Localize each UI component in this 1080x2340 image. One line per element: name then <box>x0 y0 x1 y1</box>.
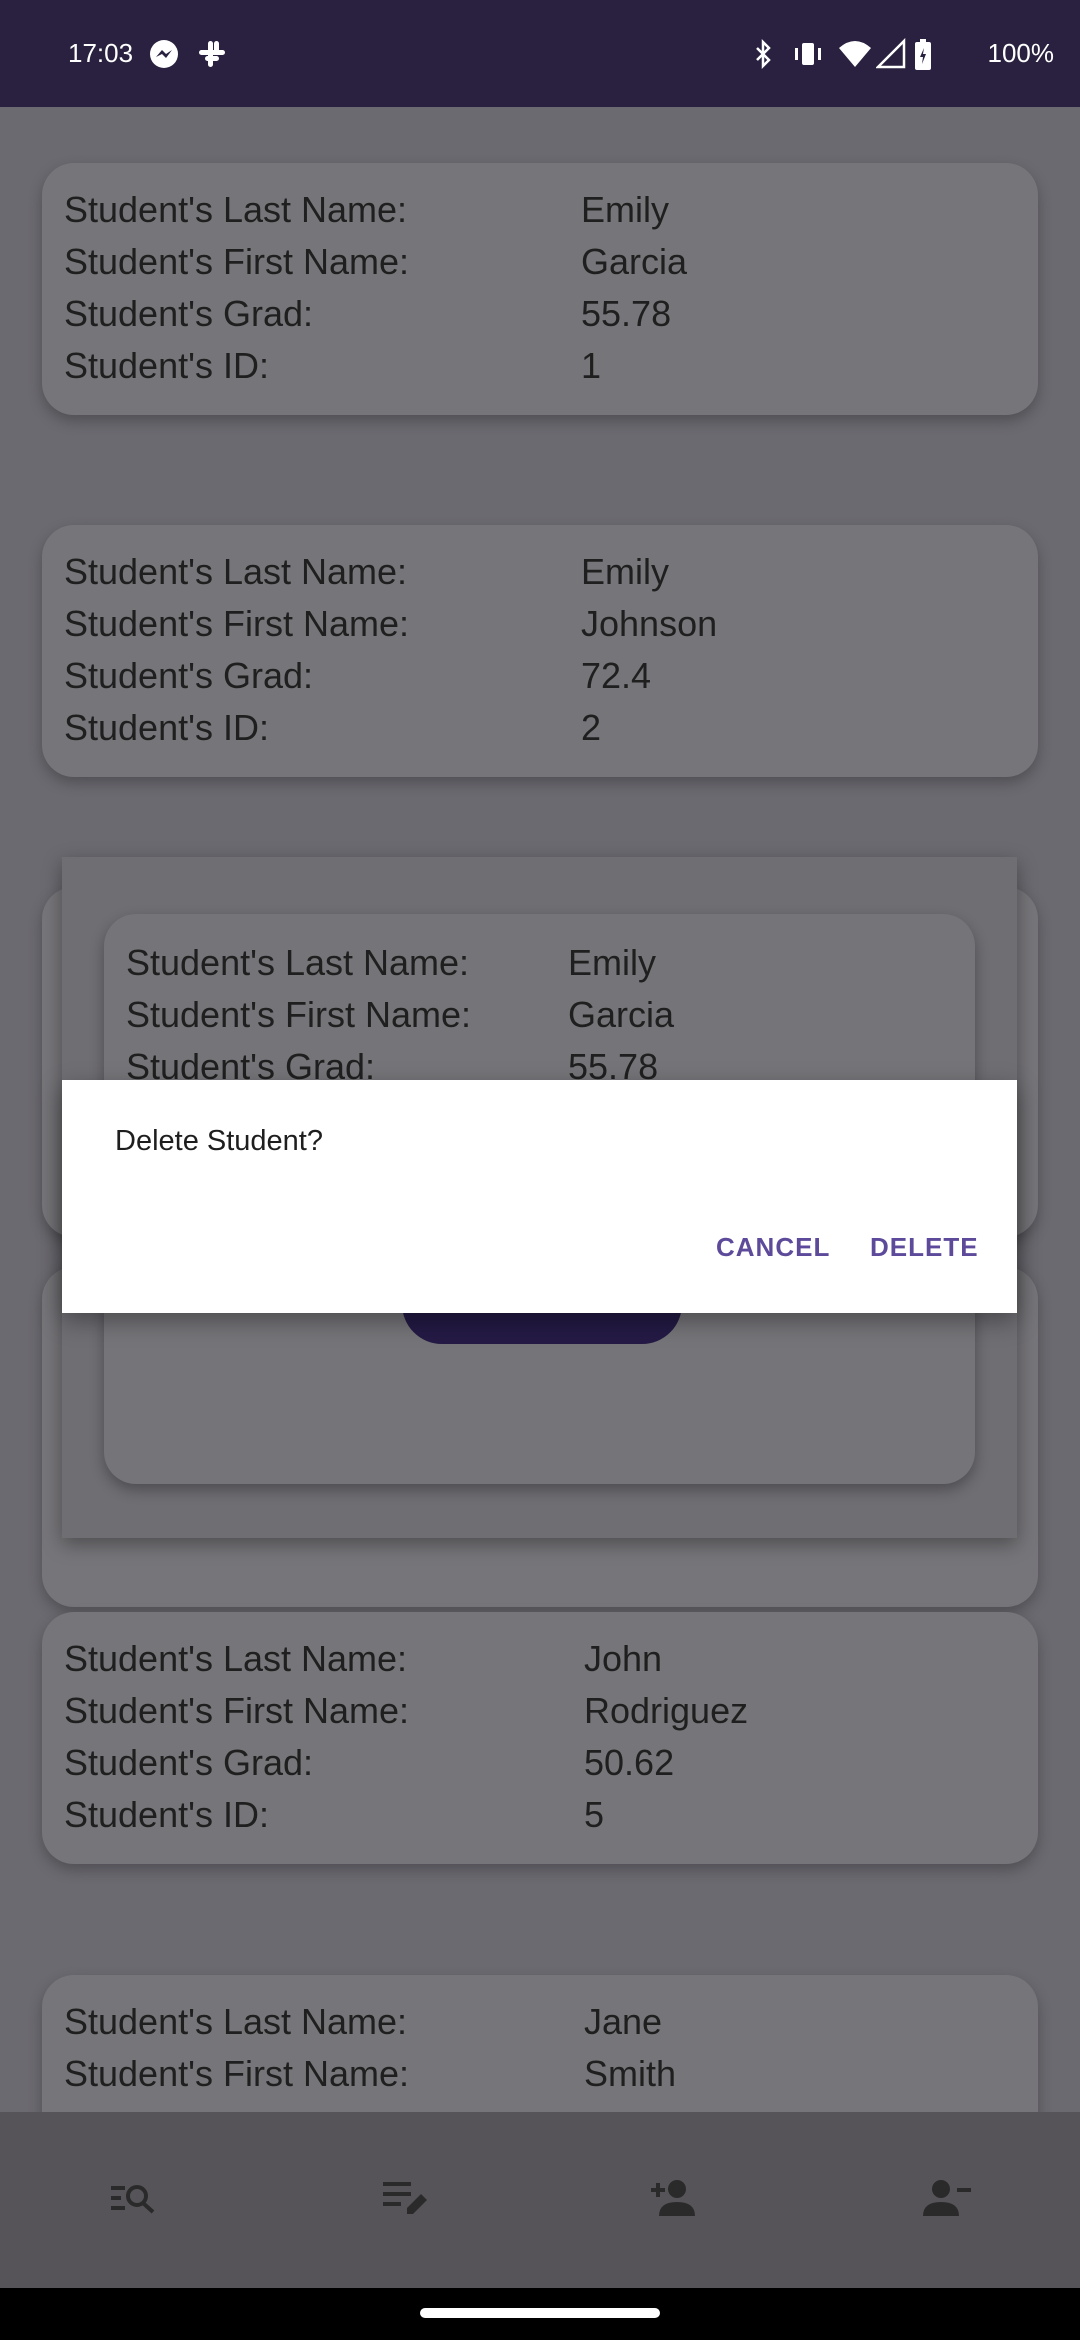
battery-icon <box>912 38 944 70</box>
student-card[interactable]: Student's Last Name: Student's First Nam… <box>42 1975 1038 2112</box>
student-card[interactable]: Student's Last Name: Student's First Nam… <box>42 163 1038 415</box>
search-list-icon[interactable] <box>98 2162 170 2234</box>
last-name-label: Student's Last Name: <box>64 1638 408 1679</box>
student-card[interactable]: Student's Last Name: Student's First Nam… <box>42 1612 1038 1864</box>
grad-label: Student's Grad: <box>64 1742 314 1783</box>
messenger-icon <box>148 38 180 70</box>
add-person-icon[interactable] <box>640 2162 712 2234</box>
gesture-bar <box>0 2288 1080 2340</box>
last-name-value: Jane <box>584 2001 663 2042</box>
wifi-icon <box>838 38 871 70</box>
grad-label: Student's Grad: <box>64 293 314 334</box>
slack-icon <box>196 38 228 70</box>
id-value: 2 <box>581 707 602 748</box>
bottom-navigation <box>0 2112 1080 2288</box>
grad-label: Student's Grad: <box>64 655 314 696</box>
popup-first-name-label: Student's First Name: <box>126 994 471 1035</box>
delete-dialog: Delete Student? CANCEL DELETE <box>62 1080 1017 1313</box>
dialog-title: Delete Student? <box>115 1125 323 1157</box>
first-name-value: Rodriguez <box>584 1690 749 1731</box>
first-name-value: Garcia <box>581 241 688 282</box>
last-name-value: Emily <box>581 189 669 230</box>
status-time: 17:03 <box>68 38 134 68</box>
id-label: Student's ID: <box>64 345 269 386</box>
grad-value: 72.4 <box>581 655 652 696</box>
home-handle[interactable] <box>420 2308 660 2318</box>
first-name-label: Student's First Name: <box>64 603 409 644</box>
id-label: Student's ID: <box>64 1794 269 1835</box>
grad-value: 55.78 <box>581 293 672 334</box>
student-card[interactable]: Student's Last Name: Student's First Nam… <box>42 525 1038 777</box>
status-bar: 17:03 100% <box>0 0 1080 107</box>
id-label: Student's ID: <box>64 707 269 748</box>
edit-list-icon[interactable] <box>370 2162 442 2234</box>
id-value: 5 <box>584 1794 605 1835</box>
last-name-label: Student's Last Name: <box>64 189 408 230</box>
delete-button[interactable]: DELETE <box>870 1232 979 1263</box>
first-name-value: Johnson <box>581 603 718 644</box>
bluetooth-icon <box>747 38 779 70</box>
first-name-label: Student's First Name: <box>64 241 409 282</box>
remove-person-icon[interactable] <box>910 2162 982 2234</box>
signal-icon <box>874 37 908 70</box>
popup-first-name-value: Garcia <box>568 994 675 1035</box>
battery-percent: 100% <box>987 38 1055 68</box>
popup-last-name-label: Student's Last Name: <box>126 942 470 983</box>
cancel-button[interactable]: CANCEL <box>716 1232 830 1263</box>
last-name-value: Emily <box>581 551 669 592</box>
first-name-label: Student's First Name: <box>64 1690 409 1731</box>
grad-value: 50.62 <box>584 1742 675 1783</box>
last-name-label: Student's Last Name: <box>64 551 408 592</box>
popup-last-name-value: Emily <box>568 942 656 983</box>
id-value: 1 <box>581 345 602 386</box>
first-name-value: Smith <box>584 2053 677 2094</box>
last-name-label: Student's Last Name: <box>64 2001 408 2042</box>
last-name-value: John <box>584 1638 663 1679</box>
first-name-label: Student's First Name: <box>64 2053 409 2094</box>
vibrate-icon <box>792 38 824 70</box>
